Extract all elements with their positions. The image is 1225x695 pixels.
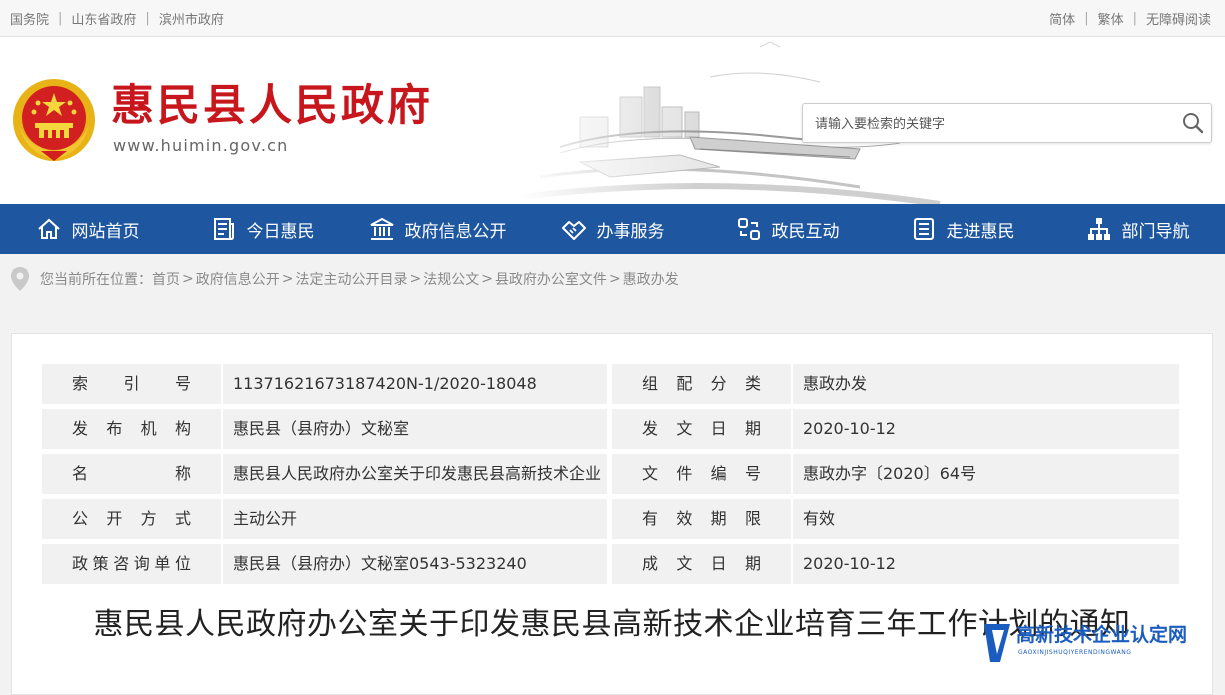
divider: | <box>58 11 63 26</box>
divider: | <box>1084 11 1089 26</box>
nav-home[interactable]: 网站首页 <box>0 204 175 254</box>
meta-value: 惠民县人民政府办公室关于印发惠民县高新技术企业 <box>223 454 607 494</box>
nav-services[interactable]: 办事服务 <box>525 204 700 254</box>
nav-interaction[interactable]: 政民互动 <box>700 204 875 254</box>
meta-value: 2020-10-12 <box>793 544 1179 584</box>
breadcrumb-gov-info[interactable]: 政府信息公开 <box>196 269 280 289</box>
breadcrumb-prefix: 您当前所在位置： <box>40 272 152 288</box>
nav-today-huimin[interactable]: 今日惠民 <box>175 204 350 254</box>
location-pin-icon <box>11 267 29 291</box>
main-nav: 网站首页 今日惠民 政府信息公开 办事服务 政民互动 走进惠民 部门导航 <box>0 204 1225 254</box>
divider: | <box>145 11 150 26</box>
breadcrumb-current[interactable]: 惠政办发 <box>623 269 679 289</box>
meta-value: 2020-10-12 <box>793 409 1179 449</box>
breadcrumb-statutory-catalog[interactable]: 法定主动公开目录 <box>295 269 407 289</box>
breadcrumb-separator: > <box>409 271 422 287</box>
watermark-logo: 高新技术企业认定网 GAOXINJISHUQIYERENDINGWANG <box>978 618 1225 668</box>
meta-label: 组配分类 <box>612 364 791 404</box>
watermark-emblem-icon <box>984 624 1010 662</box>
nav-about-huimin[interactable]: 走进惠民 <box>875 204 1050 254</box>
meta-label: 成文日期 <box>612 544 791 584</box>
breadcrumb-separator: > <box>281 271 294 287</box>
meta-row: 索引号 11371621673187420N-1/2020-18048 组配分类… <box>42 364 1179 404</box>
nav-interaction-label: 政民互动 <box>771 221 840 242</box>
meta-label: 发文日期 <box>612 409 791 449</box>
site-title: 惠民县人民政府 <box>111 81 433 131</box>
meta-row: 发布机构 惠民县（县府办）文秘室 发文日期 2020-10-12 <box>42 409 1179 449</box>
breadcrumb-regulations[interactable]: 法规公文 <box>423 269 479 289</box>
meta-label: 索引号 <box>42 364 221 404</box>
meta-label: 名称 <box>42 454 221 494</box>
nav-home-label: 网站首页 <box>71 221 140 242</box>
link-simplified[interactable]: 简体 <box>1049 9 1075 28</box>
meta-value: 惠政办字〔2020〕64号 <box>793 454 1179 494</box>
meta-value: 惠政办发 <box>793 364 1179 404</box>
meta-value: 惠民县（县府办）文秘室 <box>223 409 607 449</box>
breadcrumb-separator: > <box>182 271 194 287</box>
nav-today-huimin-label: 今日惠民 <box>246 221 315 242</box>
meta-value: 有效 <box>793 499 1179 539</box>
home-icon <box>37 218 60 239</box>
link-binzhou-gov[interactable]: 滨州市政府 <box>159 9 224 28</box>
search-icon[interactable] <box>1181 111 1205 135</box>
breadcrumb-home[interactable]: 首页 <box>152 269 180 289</box>
government-building-icon <box>370 217 393 240</box>
nav-gov-info-label: 政府信息公开 <box>404 221 507 242</box>
nav-gov-info[interactable]: 政府信息公开 <box>350 204 525 254</box>
nav-about-huimin-label: 走进惠民 <box>946 221 1015 242</box>
link-accessibility[interactable]: 无障碍阅读 <box>1146 9 1211 28</box>
meta-row: 名称 惠民县人民政府办公室关于印发惠民县高新技术企业 文件编号 惠政办字〔202… <box>42 454 1179 494</box>
breadcrumb: 您当前所在位置： 首页 > 政府信息公开 > 法定主动公开目录 > 法规公文 > 县政府… <box>0 254 1225 304</box>
book-icon <box>913 218 934 240</box>
link-shandong-gov[interactable]: 山东省政府 <box>71 9 136 28</box>
nav-services-label: 办事服务 <box>596 221 665 242</box>
top-links-left: 国务院 | 山东省政府 | 滨州市政府 <box>10 9 224 28</box>
meta-value: 惠民县（县府办）文秘室0543-5323240 <box>223 544 607 584</box>
nav-departments-label: 部门导航 <box>1121 221 1190 242</box>
meta-label: 公开方式 <box>42 499 221 539</box>
meta-row: 公开方式 主动公开 有效期限 有效 <box>42 499 1179 539</box>
meta-label: 发布机构 <box>42 409 221 449</box>
handshake-icon <box>561 221 586 240</box>
divider: | <box>1132 11 1137 26</box>
meta-row: 政策咨询单位 惠民县（县府办）文秘室0543-5323240 成文日期 2020… <box>42 544 1179 584</box>
nav-departments[interactable]: 部门导航 <box>1050 204 1225 254</box>
breadcrumb-separator: > <box>481 271 493 287</box>
breadcrumb-county-office-docs[interactable]: 县政府办公室文件 <box>495 269 607 289</box>
site-domain: www.huimin.gov.cn <box>113 136 289 155</box>
watermark-text: 高新技术企业认定网 <box>1016 624 1188 646</box>
interaction-icon <box>737 218 760 240</box>
breadcrumb-separator: > <box>608 271 621 287</box>
search-input[interactable] <box>813 113 1167 135</box>
org-chart-icon <box>1087 218 1110 240</box>
search-box <box>802 103 1212 143</box>
top-bar: 国务院 | 山东省政府 | 滨州市政府 简体 | 繁体 | 无障碍阅读 <box>0 0 1225 37</box>
link-state-council[interactable]: 国务院 <box>10 9 49 28</box>
meta-label: 有效期限 <box>612 499 791 539</box>
meta-value: 11371621673187420N-1/2020-18048 <box>223 364 607 404</box>
news-icon <box>213 218 234 240</box>
link-traditional[interactable]: 繁体 <box>1098 9 1124 28</box>
national-emblem-logo[interactable] <box>11 77 97 163</box>
site-header: 惠民县人民政府 www.huimin.gov.cn <box>0 37 1225 204</box>
meta-label: 政策咨询单位 <box>42 544 221 584</box>
watermark-subtext: GAOXINJISHUQIYERENDINGWANG <box>1018 649 1132 656</box>
meta-value: 主动公开 <box>223 499 607 539</box>
meta-label: 文件编号 <box>612 454 791 494</box>
top-links-right: 简体 | 繁体 | 无障碍阅读 <box>1049 9 1211 28</box>
